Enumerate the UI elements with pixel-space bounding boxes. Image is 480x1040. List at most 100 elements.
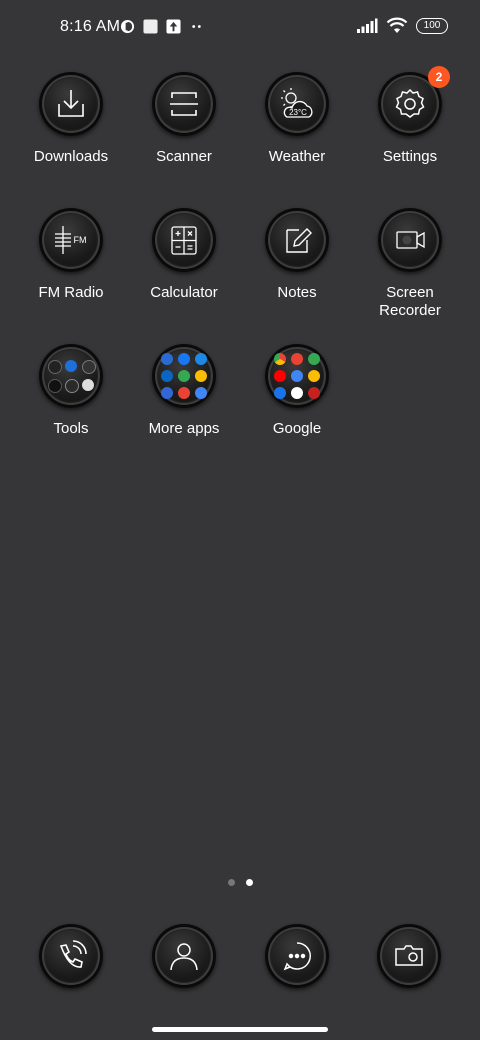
google-label: Google bbox=[272, 420, 322, 437]
more-notifications-icon bbox=[192, 25, 201, 28]
weather-icon-ring: 23°C bbox=[265, 72, 329, 136]
folder-app-icon bbox=[65, 359, 77, 372]
app-calculator[interactable]: Calculator bbox=[128, 208, 240, 302]
app-fm-radio[interactable]: FM FM Radio bbox=[15, 208, 127, 302]
folder-app-icon bbox=[308, 370, 320, 382]
folder-google[interactable]: Google bbox=[241, 344, 353, 438]
calculator-icon-ring bbox=[152, 208, 216, 272]
folder-app-icon bbox=[82, 378, 94, 391]
weather-label: Weather bbox=[268, 148, 326, 165]
scanner-icon-ring bbox=[152, 72, 216, 136]
folder-app-icon bbox=[195, 370, 207, 382]
system-icons: 100 bbox=[356, 17, 448, 35]
camera-icon-ring bbox=[377, 924, 441, 988]
folder-more-apps[interactable]: More apps bbox=[128, 344, 240, 438]
download-icon bbox=[58, 90, 84, 117]
folder-app-icon bbox=[308, 353, 320, 365]
settings-label: Settings bbox=[382, 148, 438, 165]
app-screen-recorder[interactable]: Screen Recorder bbox=[354, 208, 466, 320]
fm-radio-label: FM Radio bbox=[38, 284, 104, 301]
more-apps-folder-preview bbox=[161, 353, 207, 399]
folder-app-icon bbox=[178, 387, 190, 399]
scanner-icon bbox=[170, 92, 198, 116]
radio-icon: FM bbox=[55, 226, 87, 254]
more-apps-label: More apps bbox=[148, 420, 220, 437]
app-notes[interactable]: Notes bbox=[241, 208, 353, 302]
fm-text: FM bbox=[74, 235, 87, 245]
status-time: 8:16 AM bbox=[60, 18, 121, 35]
notes-icon bbox=[286, 228, 312, 253]
settings-notification-badge: 2 bbox=[428, 66, 450, 88]
folder-app-icon bbox=[161, 370, 173, 382]
calculator-label: Calculator bbox=[150, 284, 218, 301]
page-indicator bbox=[228, 879, 253, 886]
scanner-label: Scanner bbox=[156, 148, 212, 165]
notes-icon-ring bbox=[265, 208, 329, 272]
folder-app-icon bbox=[48, 359, 62, 374]
folder-app-icon bbox=[274, 353, 286, 365]
folder-app-icon bbox=[308, 387, 320, 399]
notification-icons bbox=[120, 19, 204, 34]
wifi-icon bbox=[386, 17, 408, 33]
google-folder-ring bbox=[265, 344, 329, 408]
tools-label: Tools bbox=[53, 420, 89, 437]
phone-icon bbox=[59, 940, 87, 968]
phone-icon-ring bbox=[39, 924, 103, 988]
app-scanner[interactable]: Scanner bbox=[128, 72, 240, 166]
app-settings[interactable]: 2 Settings bbox=[354, 66, 466, 166]
battery-indicator: 100 bbox=[416, 18, 448, 34]
calculator-icon bbox=[171, 226, 197, 255]
screen-recorder-label-line2: Recorder bbox=[379, 302, 441, 319]
downloads-label: Downloads bbox=[33, 148, 109, 165]
dock-contacts[interactable] bbox=[152, 924, 216, 988]
messages-icon bbox=[283, 942, 311, 971]
messages-icon-ring bbox=[265, 924, 329, 988]
gear-icon bbox=[395, 88, 425, 118]
folder-app-icon bbox=[161, 387, 173, 399]
folder-app-icon bbox=[65, 378, 79, 393]
google-folder-preview bbox=[274, 353, 320, 399]
screen-recorder-icon-ring bbox=[378, 208, 442, 272]
folder-app-icon bbox=[195, 387, 207, 399]
screen-recorder-label-line1: Screen bbox=[386, 284, 434, 301]
home-gesture-bar[interactable] bbox=[152, 1027, 328, 1032]
contacts-icon bbox=[170, 943, 198, 971]
app-notification-icon bbox=[120, 19, 135, 34]
folder-app-icon bbox=[195, 353, 207, 365]
dock-messages[interactable] bbox=[265, 924, 329, 988]
contacts-icon-ring bbox=[152, 924, 216, 988]
upload-notification-icon bbox=[166, 19, 181, 34]
status-bar: 8:16 AM 100 bbox=[0, 0, 480, 56]
more-apps-folder-ring bbox=[152, 344, 216, 408]
folder-app-icon bbox=[274, 387, 286, 399]
folder-app-icon bbox=[48, 378, 62, 393]
camera-icon bbox=[395, 945, 423, 966]
screen-recorder-label: Screen Recorder bbox=[354, 284, 466, 320]
app-weather[interactable]: 23°C Weather bbox=[241, 72, 353, 166]
settings-icon-ring: 2 bbox=[378, 66, 450, 136]
video-camera-icon bbox=[396, 231, 425, 249]
folder-app-icon bbox=[291, 387, 303, 399]
folder-app-icon bbox=[178, 353, 190, 365]
folder-app-icon bbox=[291, 370, 303, 382]
app-downloads[interactable]: Downloads bbox=[15, 72, 127, 166]
fm-radio-icon-ring: FM bbox=[39, 208, 103, 272]
weather-temperature: 23°C bbox=[289, 108, 307, 117]
tools-folder-preview bbox=[48, 359, 96, 393]
dock-phone[interactable] bbox=[39, 924, 103, 988]
tools-folder-ring bbox=[39, 344, 103, 408]
weather-icon: 23°C bbox=[281, 88, 313, 118]
folder-app-icon bbox=[161, 353, 173, 365]
folder-app-icon bbox=[82, 359, 96, 374]
folder-app-icon bbox=[178, 370, 190, 382]
folder-app-icon bbox=[291, 353, 303, 365]
square-notification-icon bbox=[143, 19, 158, 34]
page-dot[interactable] bbox=[228, 879, 235, 886]
downloads-icon-ring bbox=[39, 72, 103, 136]
dock-camera[interactable] bbox=[377, 924, 441, 988]
page-dot-active[interactable] bbox=[246, 879, 253, 886]
folder-app-icon bbox=[274, 370, 286, 382]
signal-icon bbox=[357, 18, 378, 33]
folder-tools[interactable]: Tools bbox=[15, 344, 127, 438]
notes-label: Notes bbox=[277, 284, 317, 301]
